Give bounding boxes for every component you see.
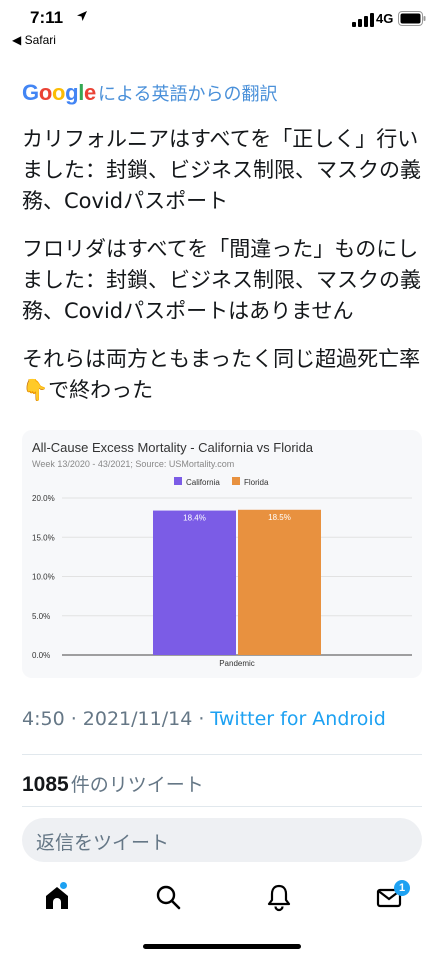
- google-letter: e: [84, 80, 96, 105]
- network-type: 4G: [376, 11, 394, 26]
- tweet-timestamp: 4:50 · 2021/11/14 · Twitter for Android: [22, 708, 386, 730]
- notifications-bell-icon[interactable]: [264, 882, 294, 912]
- cellular-signal-icon: [352, 13, 374, 27]
- back-to-safari-link[interactable]: ◀ Safari: [12, 33, 56, 47]
- excess-mortality-chart: All-Cause Excess Mortality - California …: [32, 440, 412, 668]
- google-letter: g: [65, 80, 79, 105]
- tweet-time: 4:50 · 2021/11/14 ·: [22, 708, 211, 730]
- reply-placeholder: 返信をツイート: [36, 832, 170, 854]
- tweet-media-chart[interactable]: All-Cause Excess Mortality - California …: [22, 430, 422, 678]
- chart-title: All-Cause Excess Mortality - California …: [32, 440, 314, 455]
- bar-california: [153, 510, 236, 655]
- tweet-paragraph: それらは両方ともまったく同じ超過死亡率👇で終わった: [22, 347, 421, 402]
- home-icon[interactable]: [42, 882, 72, 912]
- bar-value-label: 18.5%: [268, 513, 291, 522]
- battery-icon: [398, 11, 426, 26]
- x-category-label: Pandemic: [219, 659, 255, 668]
- google-letter: o: [38, 80, 52, 105]
- chart-subtitle: Week 13/2020 - 43/2021; Source: USMortal…: [32, 459, 234, 469]
- google-logo: Google: [22, 80, 96, 106]
- tweet-paragraph: フロリダはすべてを「間違った」ものにしました：封鎖、ビジネス制限、マスクの義務、…: [22, 237, 421, 323]
- messages-badge: 1: [394, 880, 410, 896]
- tweet-paragraph: カリフォルニアはすべてを「正しく」行いました：封鎖、ビジネス制限、マスクの義務、…: [22, 127, 421, 213]
- reply-input[interactable]: 返信をツイート: [22, 818, 422, 862]
- y-tick-label: 15.0%: [32, 533, 55, 542]
- y-tick-label: 20.0%: [32, 494, 55, 503]
- y-tick-label: 10.0%: [32, 573, 55, 582]
- bar-value-label: 18.4%: [183, 514, 206, 523]
- y-tick-label: 0.0%: [32, 651, 50, 660]
- divider: [22, 754, 422, 755]
- google-letter: o: [51, 80, 66, 105]
- translation-label: による英語からの翻訳: [97, 84, 278, 105]
- bar-florida: [238, 509, 321, 655]
- bottom-tab-bar: [0, 870, 444, 926]
- retweet-count-link[interactable]: 1085 件のリツイート: [22, 770, 204, 797]
- legend-swatch: [232, 477, 240, 485]
- google-letter: G: [22, 80, 39, 105]
- location-arrow-icon: [77, 11, 87, 21]
- search-icon[interactable]: [153, 882, 183, 912]
- legend-swatch: [174, 477, 182, 485]
- home-unread-dot: [60, 882, 67, 889]
- y-tick-label: 5.0%: [32, 612, 50, 621]
- divider: [22, 806, 422, 807]
- retweet-label: 件のリツイート: [70, 774, 204, 796]
- home-indicator: [143, 944, 301, 949]
- translation-attribution[interactable]: Google による英語からの翻訳: [22, 80, 277, 106]
- status-bar: 7:11 ◀ Safari 4G: [0, 0, 444, 52]
- legend-label: California: [186, 478, 220, 487]
- tweet-source-link[interactable]: Twitter for Android: [210, 708, 385, 730]
- clock: 7:11: [30, 8, 64, 27]
- retweet-count: 1085: [22, 773, 69, 796]
- legend-label: Florida: [244, 478, 269, 487]
